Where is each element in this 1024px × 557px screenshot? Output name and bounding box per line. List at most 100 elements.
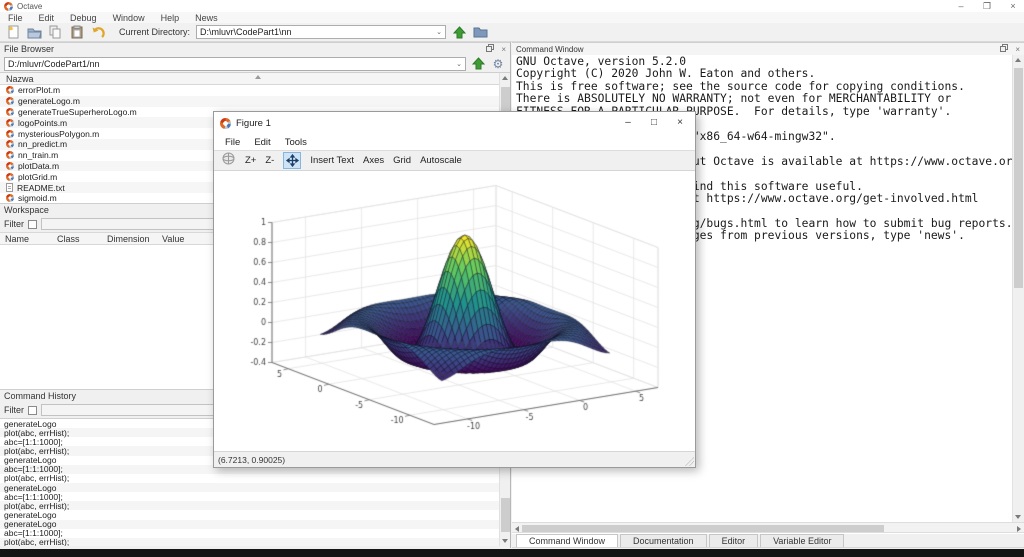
scroll-down-icon[interactable] — [1015, 515, 1021, 519]
directory-up-icon[interactable] — [452, 25, 467, 39]
text-file-icon — [6, 183, 13, 193]
undock-panel-icon[interactable] — [486, 44, 495, 54]
octave-logo-icon — [220, 117, 231, 129]
figure-window: Figure 1 – □ × File Edit Tools Z+ Z- Inser… — [213, 111, 696, 468]
menu-item-file[interactable]: File — [0, 13, 31, 23]
tab-variable-editor[interactable]: Variable Editor — [760, 534, 845, 547]
paste-icon[interactable] — [69, 25, 84, 39]
undock-panel-icon[interactable] — [1000, 44, 1009, 54]
scrollbar-thumb[interactable] — [522, 524, 884, 532]
command-window-titlebar: Command Window × — [512, 42, 1024, 55]
filter-checkbox[interactable] — [28, 405, 37, 415]
minimize-button[interactable]: – — [954, 1, 968, 11]
file-browser-path-combo[interactable]: D:/mluvr/CodePart1/nn ⌄ — [4, 56, 466, 71]
file-row[interactable]: errorPlot.m — [0, 85, 510, 96]
resize-grip[interactable] — [685, 457, 694, 466]
restore-button[interactable]: ❐ — [980, 1, 994, 12]
file-row[interactable]: generateLogo.m — [0, 95, 510, 107]
filter-label: Filter — [4, 405, 24, 415]
figure-toolbar: Z+ Z- Insert Text Axes Grid Autoscale — [214, 150, 695, 171]
file-browser-title: File Browser — [4, 44, 55, 54]
app-title: Octave — [17, 1, 43, 11]
main-titlebar: Octave – ❐ × — [0, 0, 1024, 12]
zoom-out-button[interactable]: Z- — [265, 155, 274, 166]
zoom-in-button[interactable]: Z+ — [245, 155, 256, 166]
insert-text-button[interactable]: Insert Text — [310, 155, 354, 166]
history-item[interactable]: abc=[1:1:1000]; — [0, 492, 510, 502]
open-folder-icon[interactable] — [27, 25, 42, 39]
figure-menu-item-tools[interactable]: Tools — [278, 137, 314, 148]
scrollbar-thumb[interactable] — [1014, 68, 1023, 288]
command-history-title: Command History — [4, 391, 77, 401]
menu-item-window[interactable]: Window — [105, 13, 153, 23]
octave-file-icon — [6, 140, 14, 149]
figure-menu-item-file[interactable]: File — [218, 137, 247, 148]
copy-icon[interactable] — [48, 25, 63, 39]
octave-file-icon — [6, 107, 14, 116]
axes-button[interactable]: Axes — [363, 155, 384, 166]
filter-checkbox[interactable] — [28, 219, 37, 229]
menu-item-debug[interactable]: Debug — [62, 13, 105, 23]
history-item[interactable]: generateLogo — [0, 483, 510, 493]
current-directory-combo[interactable]: D:\mluvr\CodePart1\nn ⌄ — [196, 25, 447, 39]
main-menubar: File Edit Debug Window Help News — [0, 12, 1024, 23]
history-item[interactable]: plot(abc, errHist); — [0, 473, 510, 483]
cursor-coordinates: (6.7213, 0.90025) — [218, 454, 286, 465]
current-directory-label: Current Directory: — [119, 27, 191, 37]
history-item[interactable]: generateLogo — [0, 519, 510, 529]
file-browser-column-header[interactable]: Nazwa — [0, 73, 510, 85]
tab-editor[interactable]: Editor — [708, 534, 759, 547]
grid-button[interactable]: Grid — [393, 155, 411, 166]
scroll-right-icon[interactable] — [1017, 525, 1021, 532]
close-panel-icon[interactable]: × — [1015, 45, 1020, 54]
folder-actions-gear-icon[interactable]: ⚙ — [490, 56, 506, 71]
undo-icon[interactable] — [90, 25, 105, 39]
scroll-left-icon[interactable] — [515, 525, 519, 532]
browse-directory-icon[interactable] — [473, 25, 488, 39]
command-window-scrollbar[interactable] — [1012, 55, 1024, 522]
figure-maximize-button[interactable]: □ — [641, 112, 667, 134]
figure-minimize-button[interactable]: – — [615, 112, 641, 134]
scroll-down-icon[interactable] — [502, 539, 508, 543]
autoscale-button[interactable]: Autoscale — [420, 155, 462, 166]
menu-item-help[interactable]: Help — [153, 13, 188, 23]
history-item[interactable]: plot(abc, errHist); — [0, 537, 510, 546]
scroll-up-icon[interactable] — [1015, 58, 1021, 62]
figure-canvas-3d-surface[interactable] — [214, 171, 695, 451]
file-name: generateLogo.m — [18, 96, 80, 107]
pan-tool-icon[interactable] — [283, 152, 302, 169]
command-window-title: Command Window — [516, 44, 584, 54]
close-panel-icon[interactable]: × — [501, 45, 506, 54]
figure-title: Figure 1 — [236, 117, 271, 129]
file-name: logoPoints.m — [18, 117, 68, 128]
rotate-tool-icon[interactable] — [221, 151, 236, 171]
filter-label: Filter — [4, 219, 24, 229]
tab-documentation[interactable]: Documentation — [620, 534, 707, 547]
figure-close-button[interactable]: × — [667, 112, 693, 134]
file-name: plotData.m — [18, 160, 60, 171]
sort-ascending-icon — [255, 75, 261, 79]
menu-item-news[interactable]: News — [187, 13, 226, 23]
dock-tabs: Command Window Documentation Editor Variabl… — [512, 534, 1024, 548]
figure-menubar: File Edit Tools — [214, 134, 695, 150]
figure-titlebar[interactable]: Figure 1 – □ × — [214, 112, 695, 134]
history-item[interactable]: abc=[1:1:1000]; — [0, 528, 510, 538]
history-item[interactable]: generateLogo — [0, 510, 510, 520]
close-button[interactable]: × — [1006, 1, 1020, 11]
tab-command-window[interactable]: Command Window — [516, 534, 619, 547]
octave-file-icon — [6, 194, 14, 203]
chevron-down-icon: ⌄ — [436, 29, 443, 36]
folder-up-icon[interactable] — [470, 56, 486, 71]
command-window-hscrollbar[interactable] — [512, 522, 1024, 533]
file-name: plotGrid.m — [18, 171, 58, 182]
file-name: sigmoid.m — [18, 193, 57, 203]
figure-menu-item-edit[interactable]: Edit — [247, 137, 277, 148]
scroll-up-icon[interactable] — [502, 76, 508, 80]
new-script-icon[interactable] — [6, 25, 21, 39]
history-item[interactable]: plot(abc, errHist); — [0, 501, 510, 511]
octave-file-icon — [6, 118, 14, 127]
octave-application: Octave – ❐ × File Edit Debug Window Help News… — [0, 0, 1024, 557]
chevron-down-icon: ⌄ — [456, 60, 462, 68]
menu-item-edit[interactable]: Edit — [31, 13, 63, 23]
scrollbar-thumb[interactable] — [501, 498, 510, 532]
